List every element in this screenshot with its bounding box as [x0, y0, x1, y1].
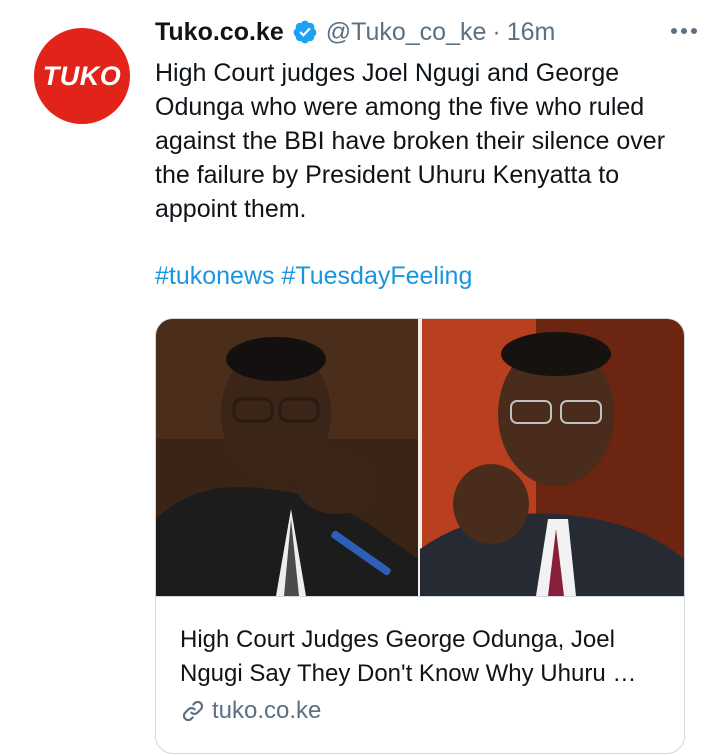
author-handle[interactable]: @Tuko_co_ke [326, 18, 487, 47]
card-title[interactable]: High Court Judges George Odunga, Joel Ng… [180, 623, 660, 691]
header-separator: · [492, 17, 501, 46]
tweet-hashtags: #tukonews #TuesdayFeeling [155, 259, 472, 293]
more-options-icon[interactable] [664, 16, 704, 46]
card-image [156, 319, 684, 596]
tweet-text: High Court judges Joel Ngugi and George … [155, 59, 666, 223]
card-domain[interactable]: tuko.co.ke [180, 697, 321, 725]
link-preview-card[interactable]: High Court Judges George Odunga, Joel Ng… [155, 318, 685, 754]
avatar[interactable]: TUKO [34, 28, 130, 124]
avatar-logo-text: TUKO [42, 60, 122, 91]
verified-badge-icon [293, 20, 317, 44]
tweet-timestamp[interactable]: 16m [507, 18, 556, 47]
card-body: High Court Judges George Odunga, Joel Ng… [156, 596, 684, 753]
hashtag-link[interactable]: #tukonews [155, 262, 275, 290]
hashtag-link[interactable]: #TuesdayFeeling [281, 262, 472, 290]
tweet-header: Tuko.co.ke @Tuko_co_ke · 16m [155, 14, 690, 50]
link-icon [182, 700, 204, 722]
card-domain-text: tuko.co.ke [212, 697, 322, 724]
author-name[interactable]: Tuko.co.ke [155, 18, 284, 47]
